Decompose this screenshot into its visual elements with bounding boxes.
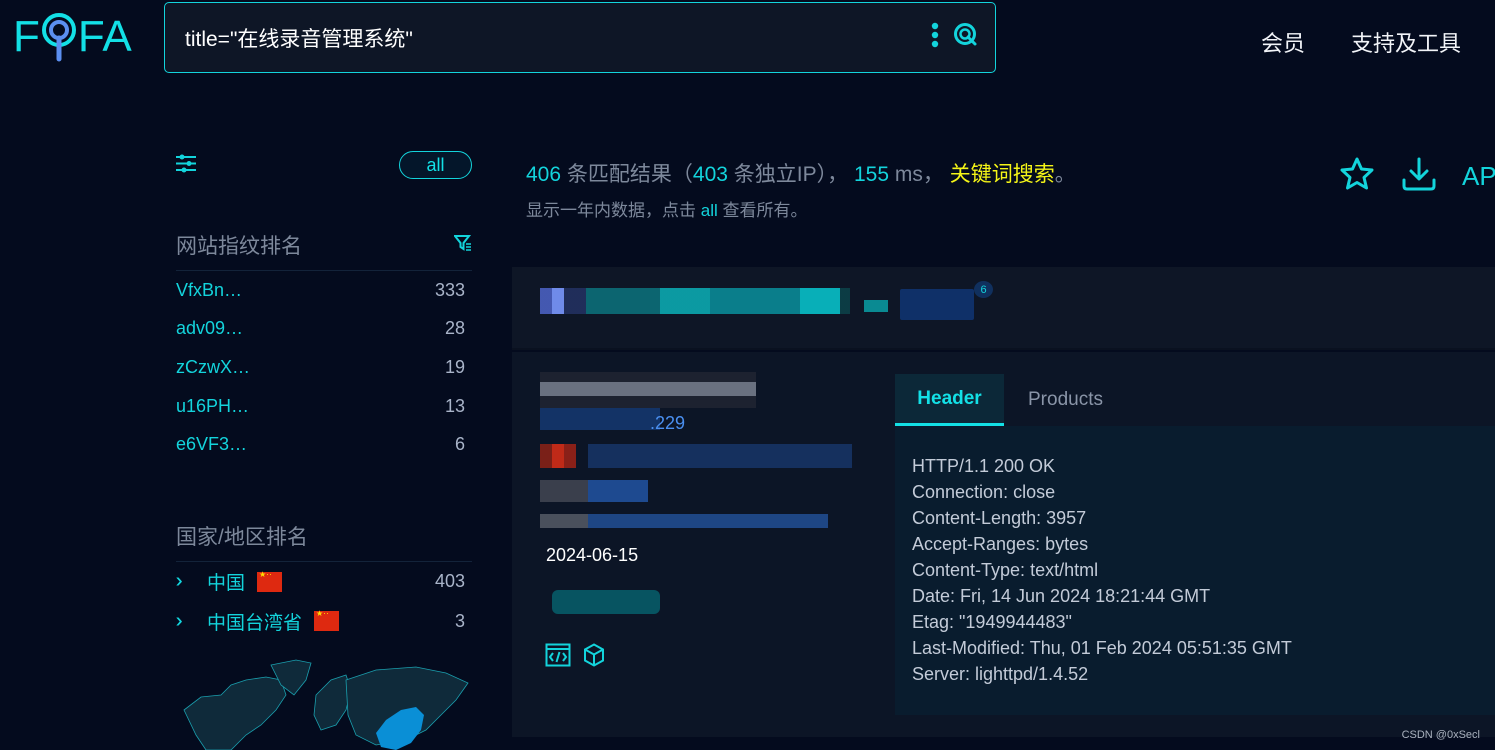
fingerprint-name[interactable]: adv09… [176,318,243,339]
fingerprint-item[interactable]: zCzwX… 19 [176,348,472,387]
note-suffix: 查看所有。 [722,201,808,220]
country-name[interactable]: 中国台湾省 [207,608,302,635]
fingerprint-ranking-header: 网站指纹排名 [176,230,472,271]
api-button[interactable]: API [1462,161,1495,192]
redacted-tag [864,300,888,312]
fingerprint-ranking-title: 网站指纹排名 [176,235,302,258]
country-item[interactable]: ›› 中国 403 [176,562,472,602]
search-input[interactable] [185,25,931,50]
double-chevron-right-icon: ›› [176,610,198,633]
country-name[interactable]: 中国 [207,568,245,595]
result-icons [545,643,605,672]
unique-ip-label: 条独立IP）， [733,163,849,186]
redacted-ip[interactable] [540,408,660,430]
show-all-link[interactable]: all [701,201,718,220]
download-icon[interactable] [1400,156,1438,197]
fingerprint-count: 333 [434,279,465,300]
fingerprint-item[interactable]: adv09… 28 [176,310,472,349]
sliders-icon[interactable] [176,153,196,178]
country-ranking-title: 国家/地区排名 [176,525,308,549]
fingerprint-name[interactable]: VfxBn… [176,280,242,301]
fingerprint-item[interactable]: u16PH… 13 [176,387,472,426]
tab-products[interactable]: Products [1004,374,1127,426]
country-count: 3 [454,610,465,631]
sidebar: all 网站指纹排名 VfxBn… 333 adv09… 28 zCzwX… 19 u… [176,150,472,641]
redacted-asn[interactable] [540,480,648,502]
header-line: HTTP/1.1 200 OK [912,456,1056,476]
country-list: ›› 中国 403 ›› 中国台湾省 3 [176,562,472,641]
query-time-unit: ms， [894,163,944,186]
cn-flag-icon [257,569,283,592]
map-europe [313,674,352,731]
tab-header[interactable]: Header [895,374,1004,426]
fingerprint-item[interactable]: e6VF3… 6 [176,425,472,464]
logo-letter-f: F [13,12,40,61]
redacted-title[interactable] [540,288,850,314]
ip-suffix[interactable]: .229 [650,413,685,434]
header-line: Date: Fri, 14 Jun 2024 18:21:44 GMT [912,586,1211,606]
redacted-location[interactable] [588,444,852,468]
fofa-logo[interactable]: F FA [13,10,132,64]
results-summary: 406 条匹配结果（403 条独立IP）， 155 ms， 关键词搜索。 显示一… [526,158,1076,221]
cube-icon[interactable] [583,643,605,672]
detail-tabs: Header Products [895,374,1127,426]
fingerprint-name[interactable]: zCzwX… [176,357,250,378]
fingerprint-name[interactable]: e6VF3… [176,434,247,455]
fingerprint-name[interactable]: u16PH… [176,396,249,417]
search-bar [164,2,996,73]
nav-support-tools[interactable]: 支持及工具 [1351,26,1461,58]
double-chevron-right-icon: ›› [176,570,198,593]
code-window-icon[interactable] [545,643,571,672]
header-line: Last-Modified: Thu, 01 Feb 2024 05:51:35… [912,638,1292,658]
header-line: Etag: "1949944483" [912,612,1072,632]
fingerprint-item[interactable]: VfxBn… 333 [176,271,472,310]
header-line: Connection: close [912,482,1056,502]
all-toggle-button[interactable]: all [399,151,472,179]
header-line: Accept-Ranges: bytes [912,534,1089,554]
header-line: Content-Length: 3957 [912,508,1087,528]
redacted-country-flag [540,444,576,468]
note-prefix: 显示一年内数据，点击 [526,201,696,220]
vertical-dots-icon[interactable] [931,22,939,53]
cn-flag-icon [314,608,340,632]
total-label: 条匹配结果（ [566,163,693,186]
total-count: 406 [526,163,562,186]
watermark: CSDN @0xSecl [1401,729,1480,741]
keyword-search-link[interactable]: 关键词搜索 [950,163,1055,186]
header-line: Content-Type: text/html [912,560,1099,580]
map-north-america [183,676,287,750]
top-nav: 会员 支持及工具 [1261,26,1461,58]
header-line: Server: lighttpd/1.4.52 [912,664,1089,684]
fingerprint-count: 6 [454,434,465,455]
redacted-org[interactable] [540,514,828,528]
result-actions: API [1338,156,1495,197]
query-time: 155 [853,163,890,186]
country-item[interactable]: ›› 中国台湾省 3 [176,601,472,641]
logo-letters-fa: FA [77,12,132,61]
country-count: 403 [434,571,465,592]
unique-ip-count: 403 [692,163,728,186]
fingerprint-list: VfxBn… 333 adv09… 28 zCzwX… 19 u16PH… 13 e6V… [176,271,472,464]
period: 。 [1054,163,1076,186]
search-icon[interactable] [953,22,979,53]
filter-icon[interactable] [452,233,472,257]
redacted-hostname[interactable] [540,372,756,408]
fingerprint-count: 19 [444,356,465,377]
world-map[interactable] [176,655,476,750]
result-date: 2024-06-15 [546,545,639,565]
fingerprint-count: 13 [444,395,465,416]
redacted-link-chip[interactable] [900,289,974,320]
redacted-domain-tag[interactable] [552,590,660,614]
star-icon[interactable] [1338,156,1376,197]
country-ranking-header: 国家/地区排名 [176,521,472,562]
logo-magnifier-icon [41,13,76,62]
fingerprint-count: 28 [444,318,465,339]
nav-membership[interactable]: 会员 [1261,26,1305,58]
count-badge: 6 [974,281,993,298]
http-header-panel: HTTP/1.1 200 OK Connection: close Conten… [895,426,1495,715]
